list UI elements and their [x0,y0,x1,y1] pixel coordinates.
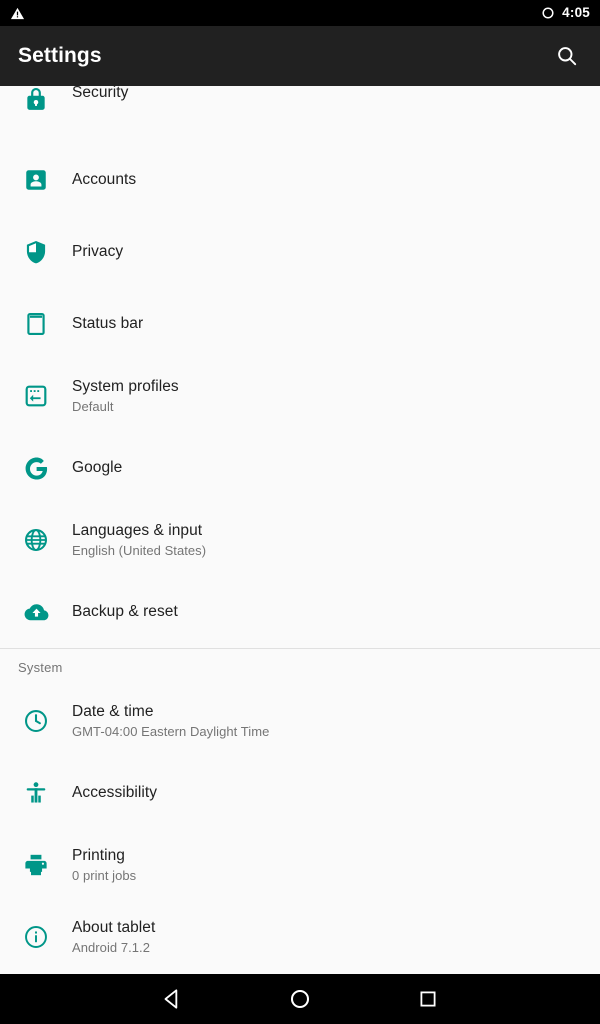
settings-item-text: Date & time GMT-04:00 Eastern Daylight T… [72,702,269,741]
nav-home-button[interactable] [265,974,335,1024]
home-circle-icon [287,986,313,1012]
settings-item-text: About tablet Android 7.1.2 [72,918,155,957]
section-header-label: System [18,659,63,675]
settings-screen: 4:05 Settings Security Accounts Privacy … [0,0,600,1024]
back-triangle-icon [159,986,185,1012]
action-bar: Settings [0,26,600,86]
page-title: Settings [18,44,102,67]
circle-ring-icon [541,6,555,20]
settings-item-text: Accessibility [72,783,157,803]
settings-item-title: Languages & input [72,521,203,539]
settings-item-text: Status bar [72,314,143,334]
settings-item-title: Date & time [72,702,154,720]
settings-item-backup-reset[interactable]: Backup & reset [0,576,600,648]
settings-item-subtitle: Default [72,398,114,414]
warning-triangle-icon [10,6,25,21]
settings-item-system-profiles[interactable]: System profiles Default [0,360,600,432]
printer-icon [0,829,72,901]
settings-item-title: Security [72,86,129,101]
account-box-icon [0,144,72,216]
settings-item-about-tablet[interactable]: About tablet Android 7.1.2 [0,901,600,973]
settings-item-title: Backup & reset [72,603,178,620]
settings-item-subtitle: 0 print jobs [72,867,137,883]
clock-icon [0,685,72,757]
info-icon [0,901,72,973]
settings-item-printing[interactable]: Printing 0 print jobs [0,829,600,901]
settings-item-text: Google [72,458,122,478]
recents-square-icon [416,987,440,1011]
action-bar-actions [550,39,584,73]
settings-item-title: System profiles [72,377,179,395]
settings-item-title: Privacy [72,243,124,260]
settings-item-accessibility[interactable]: Accessibility [0,757,600,829]
settings-item-title: Printing [72,846,125,864]
search-icon [555,44,579,68]
status-bar-system-icons: 4:05 [541,6,590,20]
settings-item-date-time[interactable]: Date & time GMT-04:00 Eastern Daylight T… [0,685,600,757]
settings-item-title: Google [72,459,123,476]
settings-item-text: System profiles Default [72,377,179,416]
settings-item-subtitle: GMT-04:00 Eastern Daylight Time [72,723,270,739]
settings-item-security[interactable]: Security [0,86,600,144]
system-profiles-icon [0,360,72,432]
accessibility-icon [0,757,72,829]
nav-recents-button[interactable] [393,974,463,1024]
settings-item-text: Languages & input English (United States… [72,521,206,560]
status-bar-clock: 4:05 [562,5,590,21]
shield-icon [0,216,72,288]
settings-item-text: Security [72,86,128,103]
google-g-icon [0,432,72,504]
settings-item-subtitle: English (United States) [72,542,207,558]
settings-item-title: Accounts [72,171,137,188]
settings-item-text: Privacy [72,242,123,262]
globe-icon [0,504,72,576]
settings-item-text: Accounts [72,170,136,190]
settings-item-privacy[interactable]: Privacy [0,216,600,288]
section-header-system: System [0,649,600,685]
settings-item-accounts[interactable]: Accounts [0,144,600,216]
settings-list[interactable]: Security Accounts Privacy Status bar Sys… [0,86,600,974]
lock-icon [0,86,72,112]
settings-item-title: Status bar [72,315,144,332]
search-button[interactable] [550,39,584,73]
nav-back-button[interactable] [137,974,207,1024]
settings-item-text: Backup & reset [72,602,178,622]
settings-item-status-bar[interactable]: Status bar [0,288,600,360]
settings-item-languages-input[interactable]: Languages & input English (United States… [0,504,600,576]
status-bar-icon [0,288,72,360]
settings-item-text: Printing 0 print jobs [72,846,136,885]
settings-item-title: About tablet [72,918,156,936]
status-bar-notifications [10,6,25,21]
navigation-bar [0,974,600,1024]
settings-item-subtitle: Android 7.1.2 [72,939,150,955]
status-bar: 4:05 [0,0,600,26]
settings-item-title: Accessibility [72,784,158,801]
settings-item-google[interactable]: Google [0,432,600,504]
cloud-upload-icon [0,576,72,648]
